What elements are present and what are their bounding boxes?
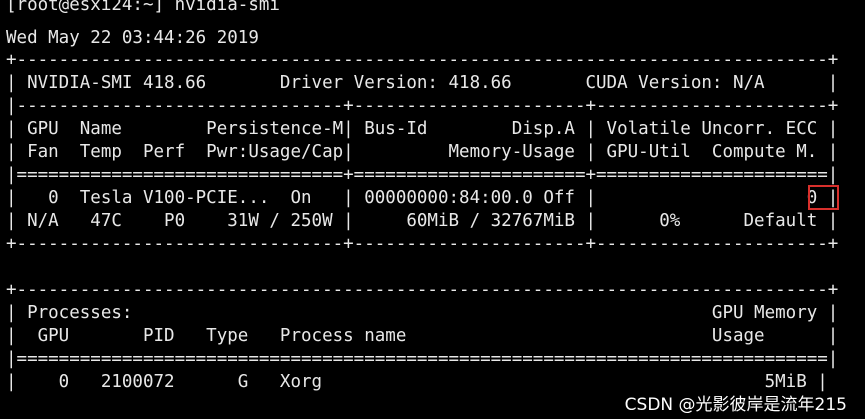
driver-info-line: | NVIDIA-SMI 418.66 Driver Version: 418.… — [6, 73, 839, 93]
processes-double-divider: |=======================================… — [6, 349, 839, 369]
table-border-bottom: +-------------------------------+-------… — [6, 234, 839, 254]
terminal-window[interactable]: [root@esxi24:~] nvidia-smi Wed May 22 03… — [6, 0, 861, 419]
table-double-divider: |===============================+=======… — [6, 165, 839, 185]
ecc-value-highlight — [808, 185, 839, 210]
gpu-row-line-2: | N/A 47C P0 31W / 250W | 60MiB / 32767M… — [6, 211, 839, 231]
processes-header-line: | GPU PID Type Process name Usage | — [6, 326, 839, 346]
table-divider: |-------------------------------+-------… — [6, 96, 839, 116]
watermark-text: CSDN @光影彼岸是流年215 — [624, 395, 847, 415]
processes-border-top: +---------------------------------------… — [6, 280, 839, 300]
timestamp-line: Wed May 22 03:44:26 2019 — [6, 28, 259, 48]
table-border-top: +---------------------------------------… — [6, 50, 839, 70]
command-prompt-line: [root@esxi24:~] nvidia-smi — [6, 0, 280, 15]
processes-title-line: | Processes: GPU Memory | — [6, 303, 839, 323]
gpu-row-line-1: | 0 Tesla V100-PCIE... On | 00000000:84:… — [6, 188, 839, 208]
gpu-header-line-1: | GPU Name Persistence-M| Bus-Id Disp.A … — [6, 119, 839, 139]
gpu-header-line-2: | Fan Temp Perf Pwr:Usage/Cap| Memory-Us… — [6, 142, 839, 162]
